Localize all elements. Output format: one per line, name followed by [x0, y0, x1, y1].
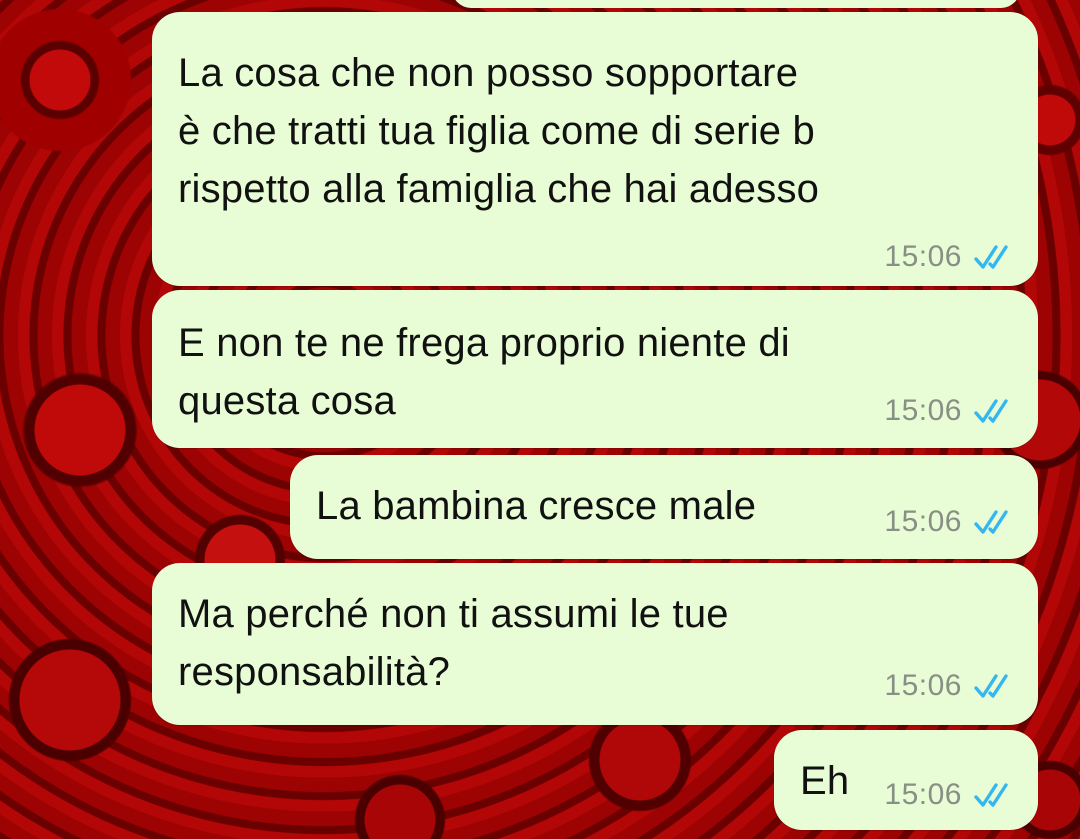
message-meta: 15:06 — [884, 778, 1018, 812]
message-text: La cosa che non posso sopportare è che t… — [178, 51, 820, 211]
double-check-read-icon — [974, 399, 1008, 423]
outgoing-message-bubble[interactable]: La bambina cresce male 15:06 — [290, 455, 1038, 559]
message-text: Ma perché non ti assumi le tue responsab… — [178, 592, 729, 694]
message-time: 15:06 — [884, 394, 962, 427]
message-meta: 15:06 — [884, 394, 1018, 428]
message-meta: 15:06 — [884, 505, 1018, 539]
double-check-read-icon — [974, 510, 1008, 534]
outgoing-message-bubble[interactable]: Ma perché non ti assumi le tue responsab… — [152, 563, 1038, 725]
previous-message-bubble-partial[interactable] — [452, 0, 1020, 8]
message-text: La bambina cresce male — [316, 484, 757, 528]
message-time: 15:06 — [884, 669, 962, 702]
message-meta: 15:06 — [884, 240, 1018, 274]
message-time: 15:06 — [884, 240, 962, 273]
double-check-read-icon — [974, 245, 1008, 269]
outgoing-message-bubble[interactable]: La cosa che non posso sopportare è che t… — [152, 12, 1038, 286]
chat-message-list[interactable]: La cosa che non posso sopportare è che t… — [0, 0, 1080, 839]
message-time: 15:06 — [884, 778, 962, 811]
message-text: E non te ne frega proprio niente di ques… — [178, 321, 790, 423]
double-check-read-icon — [974, 783, 1008, 807]
message-meta: 15:06 — [884, 669, 1018, 703]
double-check-read-icon — [974, 674, 1008, 698]
outgoing-message-bubble[interactable]: Eh 15:06 — [774, 730, 1038, 830]
outgoing-message-bubble[interactable]: E non te ne frega proprio niente di ques… — [152, 290, 1038, 448]
message-text: Eh — [800, 759, 850, 803]
message-time: 15:06 — [884, 505, 962, 538]
